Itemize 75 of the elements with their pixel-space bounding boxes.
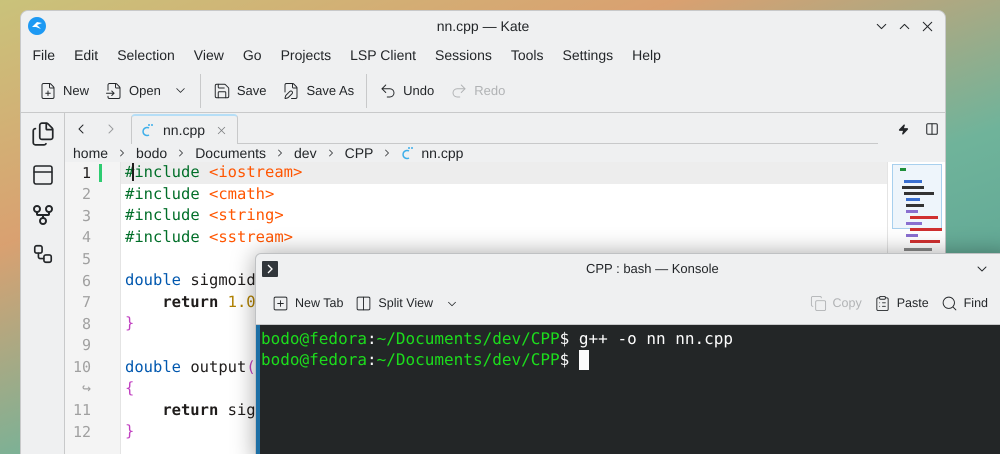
line-number: 5	[80, 248, 91, 270]
line-number: 10	[72, 356, 91, 378]
line-number: 3	[80, 206, 91, 227]
breadcrumb-item[interactable]: nn.cpp	[421, 142, 464, 164]
code-line: {	[125, 378, 134, 400]
line-number: 9	[80, 335, 91, 356]
menu-item[interactable]: File	[23, 44, 65, 66]
menu-item[interactable]: Settings	[553, 44, 623, 66]
new-tab-icon	[272, 295, 289, 312]
line-number: 4	[80, 227, 91, 248]
undo-icon	[379, 82, 398, 100]
code-line: #include <sstream>	[125, 226, 293, 248]
menu-item[interactable]: LSP Client	[340, 44, 426, 66]
cpp-file-icon	[401, 146, 414, 160]
toolbar-button[interactable]: New	[31, 74, 98, 106]
flash-icon[interactable]	[898, 124, 909, 134]
code-line: #include <cmath>	[125, 184, 274, 205]
window-title: CPP : bash — Konsole	[586, 260, 719, 278]
paste-icon	[874, 295, 891, 312]
code-line: return 1.0	[161, 292, 256, 313]
menu-item[interactable]: Help	[622, 44, 670, 66]
open-file-icon	[105, 82, 124, 100]
code-line: #include <string>	[125, 205, 284, 226]
split-view-icon	[355, 295, 372, 312]
cpp-file-icon	[141, 123, 153, 137]
list-window-icon[interactable]	[30, 163, 54, 187]
breadcrumb-item[interactable]: bodo	[136, 142, 168, 164]
menu-item[interactable]: Go	[233, 44, 272, 66]
terminal-line: bodo@fedora:~/Documents/dev/CPP$	[261, 348, 570, 370]
breadcrumb-item[interactable]: CPP	[344, 142, 374, 164]
terminal-line: bodo@fedora:~/Documents/dev/CPP$ g++ -o nn nn.cpp	[261, 328, 734, 350]
menu-item[interactable]: Sessions	[426, 44, 502, 66]
copy-icon	[810, 295, 827, 312]
breadcrumb-item[interactable]: home	[73, 142, 108, 164]
app-icon	[28, 17, 46, 35]
menu-item[interactable]: Projects	[271, 44, 341, 66]
code-line: }	[125, 313, 134, 334]
file-pen-icon	[282, 82, 300, 100]
tab-label: nn.cpp	[163, 120, 206, 140]
line-number: 11	[72, 400, 91, 422]
new-file-icon	[39, 82, 57, 100]
menu-item[interactable]: Edit	[64, 44, 108, 66]
code-line: double output(	[125, 356, 256, 378]
file-tab[interactable]: nn.cpp	[131, 114, 238, 144]
branch-icon[interactable]	[30, 203, 54, 227]
line-number: 8	[80, 314, 91, 335]
redo-icon	[450, 82, 468, 100]
code-line: double sigmoid	[125, 270, 256, 292]
toolbar-button[interactable]: Split View	[349, 288, 466, 318]
breadcrumb-item[interactable]: Documents	[195, 142, 266, 164]
window-title: nn.cpp — Kate	[436, 16, 530, 36]
split-view-icon[interactable]	[925, 122, 939, 136]
menu-item[interactable]: Tools	[501, 44, 554, 66]
terminal-area[interactable]: bodo@fedora:~/Documents/dev/CPP$ g++ -o nn nn.cpp bodo@fedora:~/Documents/dev/CPP$	[256, 325, 1000, 454]
line-number: ↪	[80, 378, 91, 400]
toolbar-button[interactable]: Undo	[371, 74, 442, 106]
toolbar-button[interactable]: Open	[97, 74, 196, 106]
toolbar-button[interactable]: Save	[204, 74, 274, 106]
breadcrumb-item[interactable]: dev	[294, 142, 317, 164]
toolbar-button[interactable]: Find	[934, 288, 994, 318]
line-number: 7	[80, 292, 91, 314]
line-number: 1	[80, 162, 91, 184]
line-number: 2	[80, 184, 91, 206]
toolbar-button[interactable]: Paste	[868, 288, 935, 318]
toolbar-button[interactable]: Save As	[274, 74, 362, 106]
terminal-app-icon	[262, 260, 278, 276]
line-number: 6	[80, 270, 91, 292]
documents-icon[interactable]	[30, 121, 56, 147]
code-line: }	[125, 421, 134, 442]
menu-item[interactable]: View	[184, 44, 234, 66]
line-number: 12	[72, 422, 91, 443]
code-line: return sig	[161, 400, 256, 421]
menu-item[interactable]: Selection	[108, 44, 184, 66]
search-icon	[940, 295, 958, 312]
toolbar-button[interactable]: New Tab	[266, 288, 350, 318]
